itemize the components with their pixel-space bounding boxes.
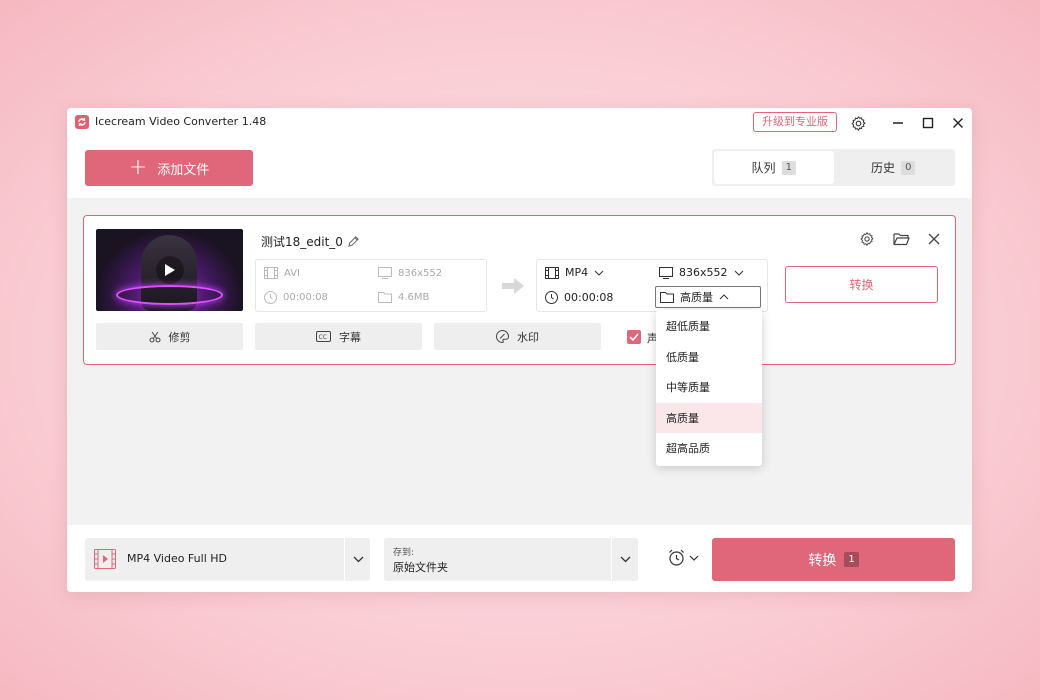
quality-option-low[interactable]: 低质量 <box>656 342 762 373</box>
app-title: Icecream Video Converter 1.48 <box>95 115 267 128</box>
toolbar-header: + 添加文件 队列 1 历史 0 <box>67 138 972 198</box>
target-resolution-select[interactable]: 836x552 <box>659 266 744 279</box>
save-location-select[interactable]: 存到: 原始文件夹 <box>384 538 638 581</box>
watermark-label: 水印 <box>517 330 539 344</box>
queue-item-card: 测试18_edit_0 AVI 836x552 00:00:08 4.6MB M… <box>83 215 956 365</box>
chevron-down-icon <box>620 556 631 563</box>
open-folder-icon[interactable] <box>891 229 911 249</box>
svg-text:CC: CC <box>319 334 327 341</box>
source-format: AVI <box>264 267 300 279</box>
clock-icon <box>264 291 277 304</box>
tab-queue[interactable]: 队列 1 <box>714 151 834 184</box>
quality-option-ultra-low[interactable]: 超低质量 <box>656 311 762 342</box>
clock-icon <box>545 291 558 304</box>
subtitles-label: 字幕 <box>339 330 361 344</box>
maximize-icon[interactable] <box>918 113 938 133</box>
close-icon[interactable] <box>948 113 968 133</box>
alarm-clock-icon <box>669 549 684 566</box>
film-icon <box>545 266 559 279</box>
target-format-select[interactable]: MP4 <box>545 266 604 279</box>
save-caption: 存到: <box>393 548 415 558</box>
convert-arrow-icon <box>502 278 524 298</box>
queue-area: 测试18_edit_0 AVI 836x552 00:00:08 4.6MB M… <box>67 198 972 525</box>
audio-checkbox[interactable] <box>627 330 641 344</box>
trim-button[interactable]: 修剪 <box>96 323 243 350</box>
source-duration: 00:00:08 <box>264 291 328 304</box>
quality-select[interactable]: 高质量 <box>655 286 761 308</box>
tab-queue-count: 1 <box>781 160 796 175</box>
checkmark-icon <box>629 333 639 341</box>
convert-item-button[interactable]: 转换 <box>785 266 938 303</box>
folder-icon <box>378 292 392 303</box>
output-preset-select[interactable]: MP4 Video Full HD <box>85 538 370 581</box>
video-preset-icon <box>94 549 116 569</box>
target-duration: 00:00:08 <box>545 291 613 304</box>
target-resolution-text: 836x552 <box>679 266 728 279</box>
quality-option-ultra-high[interactable]: 超高品质 <box>656 433 762 464</box>
source-resolution: 836x552 <box>378 267 442 279</box>
remove-item-close-icon[interactable] <box>924 229 944 249</box>
bottom-bar: MP4 Video Full HD 存到: 原始文件夹 转换 1 <box>67 525 972 592</box>
quality-option-high[interactable]: 高质量 <box>656 402 762 433</box>
subtitles-button[interactable]: CC 字幕 <box>255 323 422 350</box>
source-size-text: 4.6MB <box>398 291 430 303</box>
chevron-down-icon <box>594 270 604 276</box>
tab-history-label: 历史 <box>871 161 896 175</box>
view-tabs: 队列 1 历史 0 <box>712 149 955 186</box>
convert-all-button[interactable]: 转换 1 <box>712 538 955 581</box>
play-icon[interactable] <box>156 256 184 284</box>
add-file-button[interactable]: + 添加文件 <box>85 150 253 186</box>
quality-select-value: 高质量 <box>680 291 713 304</box>
title-bar: Icecream Video Converter 1.48 升级到专业版 <box>67 108 972 138</box>
preset-divider <box>344 538 345 581</box>
tab-queue-label: 队列 <box>751 161 776 175</box>
rename-pencil-icon[interactable] <box>347 233 360 252</box>
app-window: Icecream Video Converter 1.48 升级到专业版 + 添… <box>67 108 972 592</box>
scissors-icon <box>149 331 160 342</box>
file-name: 测试18_edit_0 <box>261 235 343 249</box>
quality-option-medium[interactable]: 中等质量 <box>656 372 762 403</box>
target-duration-text: 00:00:08 <box>564 291 614 304</box>
source-resolution-text: 836x552 <box>398 267 443 279</box>
save-location-value: 原始文件夹 <box>393 561 448 574</box>
chevron-down-icon <box>734 270 743 276</box>
add-file-label: 添加文件 <box>157 162 210 178</box>
chevron-down-icon <box>353 556 364 563</box>
monitor-icon <box>378 267 392 279</box>
tab-history[interactable]: 历史 0 <box>834 151 954 184</box>
monitor-icon <box>659 266 673 279</box>
chevron-down-icon <box>689 555 699 561</box>
settings-gear-icon[interactable] <box>848 113 868 133</box>
quality-dropdown-menu: 超低质量 低质量 中等质量 高质量 超高品质 <box>656 310 762 466</box>
trim-label: 修剪 <box>168 330 191 344</box>
source-format-text: AVI <box>284 267 300 279</box>
schedule-timer-button[interactable] <box>668 549 699 566</box>
watermark-palette-icon <box>496 330 509 343</box>
chevron-up-icon <box>719 294 729 300</box>
item-settings-gear-icon[interactable] <box>857 229 877 249</box>
video-thumbnail[interactable] <box>96 229 243 311</box>
target-format-text: MP4 <box>565 266 589 279</box>
tab-history-count: 0 <box>901 160 916 175</box>
output-preset-value: MP4 Video Full HD <box>127 552 227 565</box>
upgrade-pro-button[interactable]: 升级到专业版 <box>753 112 837 132</box>
source-info-box: AVI 836x552 00:00:08 4.6MB <box>255 259 487 312</box>
film-icon <box>264 267 278 279</box>
plus-icon: + <box>128 155 148 180</box>
source-duration-text: 00:00:08 <box>283 292 328 303</box>
cc-icon: CC <box>316 331 331 342</box>
app-logo-icon <box>75 115 89 129</box>
watermark-button[interactable]: 水印 <box>434 323 601 350</box>
folder-icon <box>660 292 674 303</box>
save-divider <box>611 538 612 581</box>
convert-all-label: 转换 <box>808 552 837 569</box>
thumbnail-ring <box>116 285 223 305</box>
minimize-icon[interactable] <box>888 113 908 133</box>
source-size: 4.6MB <box>378 291 429 303</box>
convert-all-count: 1 <box>844 552 859 567</box>
